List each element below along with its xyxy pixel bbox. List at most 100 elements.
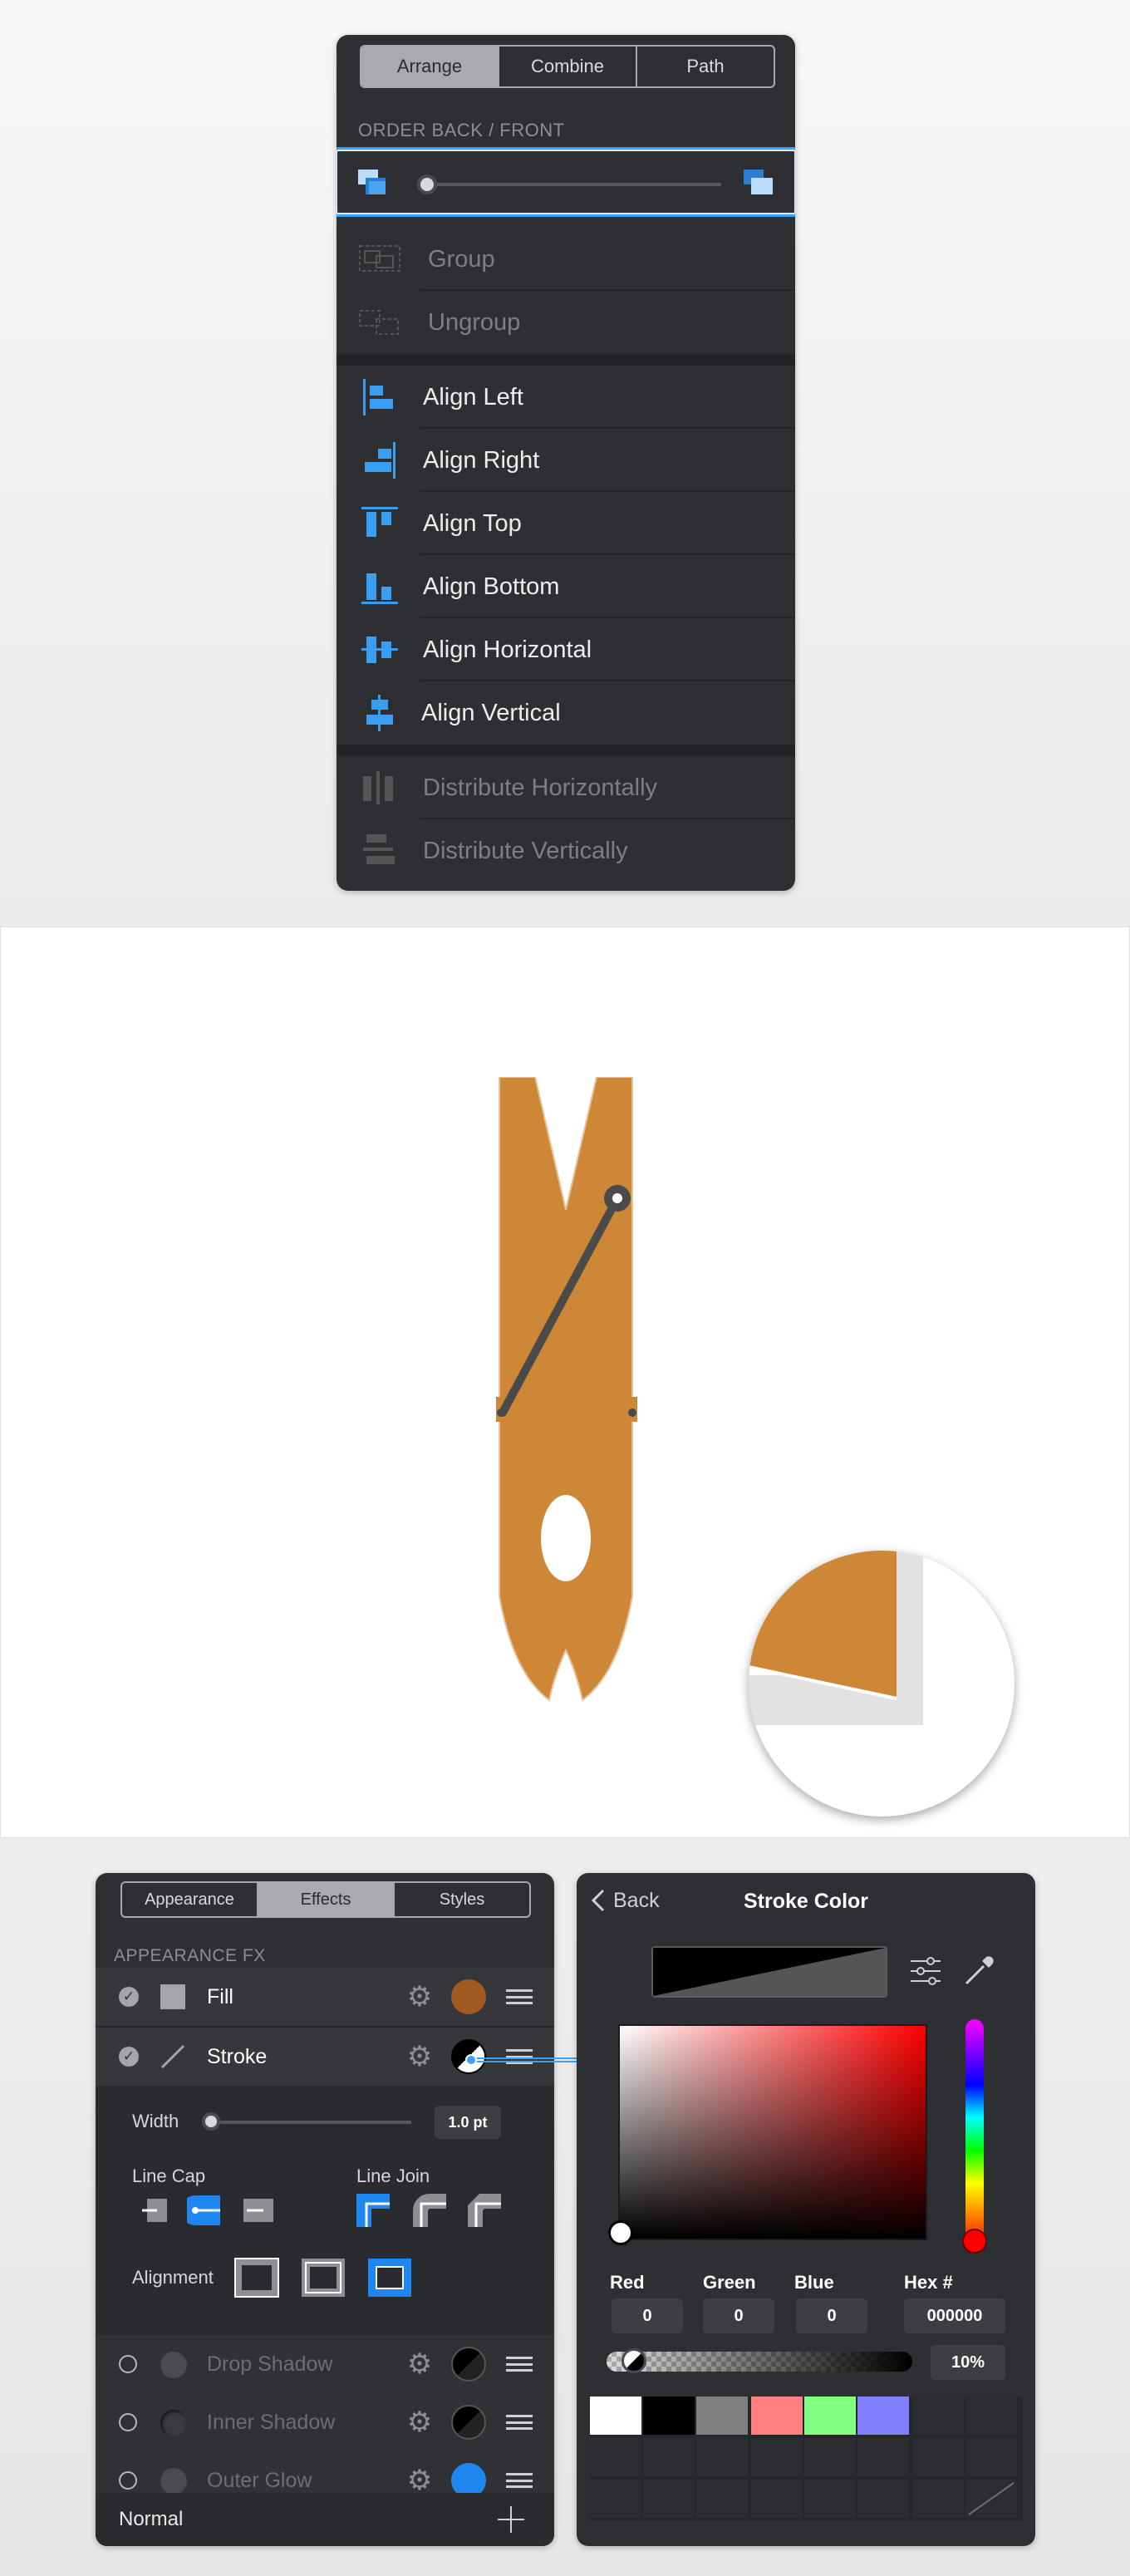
order-slider-track[interactable] (425, 183, 721, 186)
opacity-slider-thumb[interactable] (622, 2348, 646, 2373)
distribute-vertically-row[interactable]: Distribute Vertically (337, 819, 795, 882)
arrange-tabs: Arrange Combine Path (360, 45, 775, 88)
align-bottom-row[interactable]: Align Bottom (337, 555, 795, 618)
outer-glow-icon (160, 2468, 187, 2495)
square-cap-icon[interactable] (243, 2195, 273, 2225)
swatch-empty[interactable] (590, 2480, 641, 2518)
swatch-empty[interactable] (857, 2480, 909, 2518)
swatch-empty[interactable] (912, 2397, 964, 2435)
tab-appearance[interactable]: Appearance (122, 1883, 257, 1916)
swatch-empty[interactable] (912, 2438, 964, 2476)
green-input[interactable]: 0 (703, 2298, 774, 2333)
align-right-row[interactable]: Align Right (337, 429, 795, 492)
sliders-icon[interactable] (909, 1954, 942, 1988)
fill-row[interactable]: ✓ Fill ⚙ (96, 1968, 554, 2026)
stroke-outside-icon[interactable] (366, 2257, 413, 2298)
align-left-row[interactable]: Align Left (337, 366, 795, 429)
swatch-empty[interactable] (643, 2480, 695, 2518)
swatch-empty[interactable] (857, 2438, 909, 2476)
swatch-blue[interactable] (857, 2397, 909, 2435)
stroke-checkbox[interactable]: ✓ (119, 2047, 139, 2067)
inner-shadow-color-well[interactable] (451, 2405, 486, 2440)
swatch-empty[interactable] (965, 2397, 1017, 2435)
blue-input[interactable]: 0 (796, 2298, 867, 2333)
align-horizontal-row[interactable]: Align Horizontal (337, 618, 795, 681)
blend-mode-label[interactable]: Normal (119, 2508, 183, 2531)
stroke-row[interactable]: ✓ Stroke ⚙ (96, 2028, 554, 2086)
inner-shadow-gear-icon[interactable]: ⚙ (406, 2408, 433, 2436)
swatch-empty[interactable] (643, 2438, 695, 2476)
magnified-corner (749, 1551, 923, 1725)
tab-arrange[interactable]: Arrange (361, 47, 498, 86)
align-top-row[interactable]: Align Top (337, 492, 795, 555)
distribute-horizontally-row[interactable]: Distribute Horizontally (337, 756, 795, 819)
swatch-empty[interactable] (965, 2438, 1017, 2476)
ungroup-row[interactable]: Ungroup (337, 291, 795, 354)
eyedropper-icon[interactable] (962, 1953, 997, 1988)
align-vertical-row[interactable]: Align Vertical (337, 681, 795, 745)
outer-glow-toggle[interactable] (119, 2471, 137, 2490)
swatch-empty[interactable] (590, 2438, 641, 2476)
tab-combine[interactable]: Combine (498, 47, 636, 86)
drop-shadow-color-well[interactable] (451, 2347, 486, 2382)
inner-shadow-toggle[interactable] (119, 2413, 137, 2431)
tab-effects[interactable]: Effects (257, 1883, 393, 1916)
fill-label: Fill (207, 1984, 233, 2008)
swatch-pink[interactable] (751, 2397, 803, 2435)
swatch-empty[interactable] (804, 2438, 856, 2476)
swatch-white[interactable] (590, 2397, 641, 2435)
swatch-empty[interactable] (912, 2480, 964, 2518)
stroke-settings-gear-icon[interactable]: ⚙ (406, 2043, 433, 2071)
opacity-slider[interactable] (607, 2352, 912, 2372)
round-cap-icon[interactable] (187, 2194, 222, 2227)
width-slider-thumb[interactable] (202, 2112, 220, 2131)
width-value[interactable]: 1.0 pt (435, 2106, 501, 2139)
drop-shadow-toggle[interactable] (119, 2355, 137, 2373)
bring-to-front-icon[interactable] (743, 168, 778, 199)
outer-glow-gear-icon[interactable]: ⚙ (406, 2466, 433, 2495)
hue-slider-thumb[interactable] (962, 2229, 987, 2254)
group-row[interactable]: Group (337, 228, 795, 291)
saturation-brightness-picker[interactable] (618, 2024, 927, 2240)
remove-swatch-icon[interactable] (965, 2480, 1017, 2518)
swatch-empty[interactable] (696, 2438, 748, 2476)
tab-path[interactable]: Path (636, 47, 774, 86)
swatch-gray[interactable] (696, 2397, 748, 2435)
bevel-join-icon[interactable] (468, 2194, 501, 2227)
swatch-empty[interactable] (751, 2480, 803, 2518)
width-slider-track[interactable] (212, 2121, 411, 2124)
swatch-empty[interactable] (804, 2480, 856, 2518)
round-join-icon[interactable] (413, 2194, 446, 2227)
swatch-empty[interactable] (751, 2438, 803, 2476)
send-to-back-icon[interactable] (357, 168, 392, 199)
opacity-value[interactable]: 10% (931, 2345, 1005, 2380)
swatch-empty[interactable] (696, 2480, 748, 2518)
outer-glow-reorder-icon[interactable] (506, 2473, 533, 2488)
miter-join-icon[interactable] (356, 2194, 390, 2227)
hue-slider[interactable] (965, 2019, 984, 2249)
effects-tabs: Appearance Effects Styles (120, 1881, 531, 1918)
inner-shadow-row[interactable]: Inner Shadow ⚙ (96, 2393, 554, 2451)
order-slider-thumb[interactable] (417, 175, 437, 194)
hex-input[interactable]: 000000 (904, 2298, 1005, 2333)
picker-cursor[interactable] (608, 2220, 633, 2245)
swatch-black[interactable] (643, 2397, 695, 2435)
clothespin-illustration[interactable] (466, 1077, 666, 1783)
fill-settings-gear-icon[interactable]: ⚙ (406, 1983, 433, 2011)
fill-reorder-icon[interactable] (506, 1989, 533, 2004)
tab-styles[interactable]: Styles (393, 1883, 529, 1916)
drop-shadow-row[interactable]: Drop Shadow ⚙ (96, 2335, 554, 2393)
stroke-inside-icon[interactable] (233, 2257, 280, 2298)
fill-checkbox[interactable]: ✓ (119, 1987, 139, 2007)
drop-shadow-gear-icon[interactable]: ⚙ (406, 2350, 433, 2378)
artboard-canvas[interactable] (0, 927, 1130, 1838)
swatch-green[interactable] (804, 2397, 856, 2435)
add-effect-plus-icon[interactable] (498, 2506, 524, 2533)
color-preview (651, 1946, 887, 1998)
drop-shadow-reorder-icon[interactable] (506, 2357, 533, 2372)
inner-shadow-reorder-icon[interactable] (506, 2415, 533, 2430)
fill-color-well[interactable] (451, 1979, 486, 2014)
stroke-center-icon[interactable] (300, 2257, 346, 2298)
red-input[interactable]: 0 (612, 2298, 683, 2333)
butt-cap-icon[interactable] (142, 2195, 172, 2225)
